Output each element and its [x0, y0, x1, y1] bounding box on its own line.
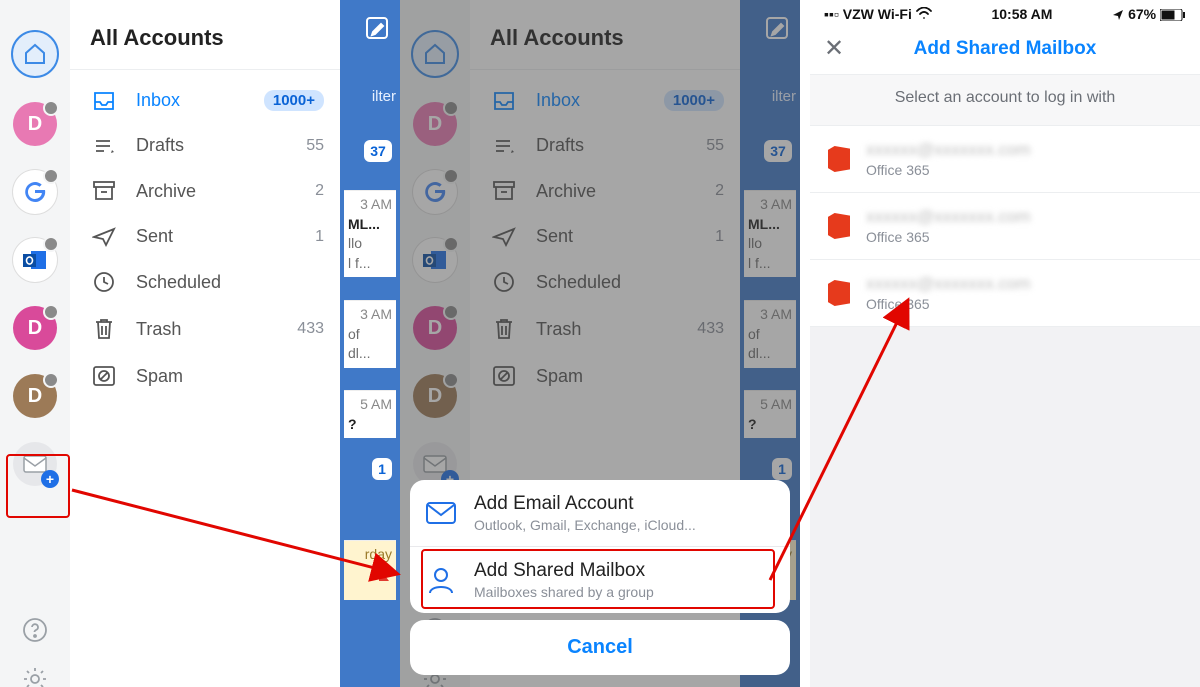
screenshot-3: ▪▪▫ VZW Wi-Fi 10:58 AM 67% ✕ Add Shared … [810, 0, 1200, 687]
folder-trash[interactable]: Trash433 [70, 305, 340, 353]
message-preview[interactable]: 3 AMofdl... [344, 300, 396, 368]
folder-count: 2 [315, 182, 324, 200]
battery-icon [1160, 9, 1186, 21]
folder-sent[interactable]: Sent1 [70, 214, 340, 259]
inbox-icon [90, 91, 118, 111]
office365-icon [828, 213, 850, 239]
folder-spam[interactable]: Spam [70, 353, 340, 399]
account-provider: Office 365 [866, 229, 1031, 245]
account-provider: Office 365 [866, 296, 1031, 312]
folder-label: Drafts [136, 135, 306, 156]
clock: 10:58 AM [991, 6, 1052, 22]
folder-count: 1 [315, 228, 324, 246]
spam-icon [90, 365, 118, 387]
wifi-icon [916, 7, 932, 19]
option-title: Add Shared Mailbox [474, 560, 654, 582]
folder-label: Inbox [136, 90, 264, 111]
message-preview[interactable]: 5 AM? [344, 390, 396, 438]
nav-bar: ✕ Add Shared Mailbox [810, 28, 1200, 74]
folder-count: 433 [297, 320, 324, 338]
gear-icon[interactable] [22, 666, 48, 687]
account-row[interactable]: xxxxxx@xxxxxxx.com Office 365 [810, 260, 1200, 327]
unread-badge: 1000+ [264, 90, 324, 111]
close-icon[interactable]: ✕ [824, 34, 844, 63]
account-email: xxxxxx@xxxxxxx.com [866, 274, 1031, 294]
folder-label: Trash [136, 319, 297, 340]
account-email: xxxxxx@xxxxxxx.com [866, 140, 1031, 160]
cancel-button[interactable]: Cancel [410, 620, 790, 675]
folder-label: Sent [136, 226, 315, 247]
folder-label: Archive [136, 181, 315, 202]
screenshot-2: DDD+ All Accounts Inbox1000+Drafts55Arch… [400, 0, 800, 687]
account-provider: Office 365 [866, 162, 1031, 178]
person-icon [426, 565, 456, 595]
status-bar: ▪▪▫ VZW Wi-Fi 10:58 AM 67% [810, 0, 1200, 28]
instruction-text: Select an account to log in with [810, 74, 1200, 126]
folder-label: Scheduled [136, 272, 324, 293]
trash-icon [90, 317, 118, 341]
plus-icon: + [41, 470, 59, 488]
action-sheet: Add Email Account Outlook, Gmail, Exchan… [410, 480, 790, 613]
add-account-button[interactable]: + [13, 442, 57, 486]
account-row[interactable]: xxxxxx@xxxxxxx.com Office 365 [810, 193, 1200, 260]
message-preview[interactable]: 3 AMML...llol f... [344, 190, 396, 277]
option-subtitle: Mailboxes shared by a group [474, 584, 654, 600]
account-bubble[interactable] [13, 170, 57, 214]
mail-icon [426, 502, 456, 524]
location-icon [1112, 9, 1124, 21]
divider [70, 69, 340, 70]
filter-label[interactable]: ilter [372, 88, 396, 105]
account-bubble[interactable]: D [13, 102, 57, 146]
unread-chip: 37 [364, 140, 392, 162]
option-subtitle: Outlook, Gmail, Exchange, iCloud... [474, 517, 696, 533]
archive-icon [90, 180, 118, 202]
screen-title: Add Shared Mailbox [914, 38, 1097, 59]
help-icon[interactable] [22, 617, 48, 648]
add-email-account-option[interactable]: Add Email Account Outlook, Gmail, Exchan… [410, 480, 790, 546]
page-title: All Accounts [90, 25, 340, 51]
folder-label: Spam [136, 366, 324, 387]
add-shared-mailbox-option[interactable]: Add Shared Mailbox Mailboxes shared by a… [410, 546, 790, 613]
unread-chip: 1 [372, 458, 392, 480]
folder-archive[interactable]: Archive2 [70, 168, 340, 214]
account-bubble[interactable]: D [13, 306, 57, 350]
drafts-icon [90, 136, 118, 156]
scheduled-icon [90, 271, 118, 293]
folder-drafts[interactable]: Drafts55 [70, 123, 340, 168]
office365-icon [828, 280, 850, 306]
account-email: xxxxxx@xxxxxxx.com [866, 207, 1031, 227]
signal-icon: ▪▪▫ [824, 6, 839, 22]
option-title: Add Email Account [474, 493, 696, 515]
sent-icon [90, 227, 118, 247]
account-bubble[interactable] [13, 238, 57, 282]
account-bubble[interactable]: D [13, 374, 57, 418]
office365-icon [828, 146, 850, 172]
folder-count: 55 [306, 137, 324, 155]
folder-scheduled[interactable]: Scheduled [70, 259, 340, 305]
account-row[interactable]: xxxxxx@xxxxxxx.com Office 365 [810, 126, 1200, 193]
account-bubble[interactable] [11, 30, 59, 78]
screenshot-1: DDD+ All Accounts Inbox1000+Drafts55Arch… [0, 0, 400, 687]
message-preview[interactable]: rday [344, 540, 396, 600]
compose-icon[interactable] [364, 15, 390, 46]
folder-inbox[interactable]: Inbox1000+ [70, 78, 340, 123]
